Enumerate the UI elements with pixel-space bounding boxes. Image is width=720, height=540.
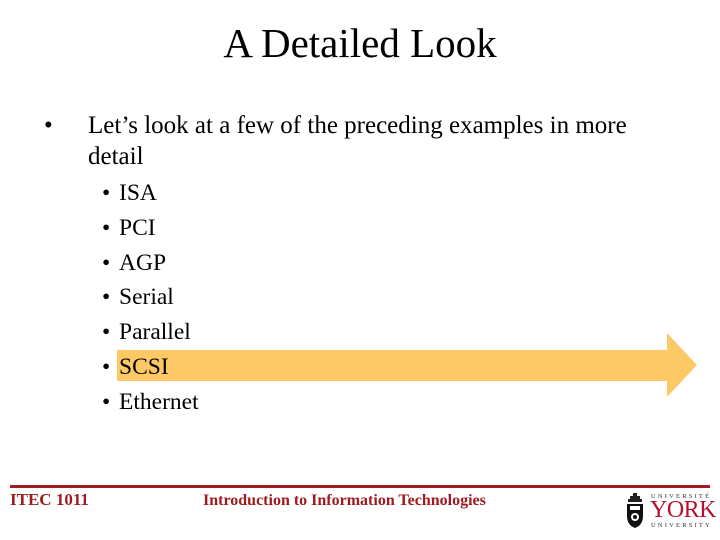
logo-bottom-text: UNIVERSITY xyxy=(651,522,712,529)
list-item-scsi: • SCSI xyxy=(102,350,602,385)
york-university-logo: UNIVERSITÉ YORK UNIVERSITY xyxy=(624,492,717,530)
footer-divider xyxy=(10,485,710,488)
bullet-icon: • xyxy=(102,180,111,206)
list-item-ethernet: • Ethernet xyxy=(102,385,602,420)
list-item-serial: • Serial xyxy=(102,280,602,315)
list-item-parallel: • Parallel xyxy=(102,315,602,350)
list-item-text: Ethernet xyxy=(119,388,199,415)
list-item-text: ISA xyxy=(119,180,157,206)
bullet-icon: • xyxy=(102,249,111,276)
list-item-text: AGP xyxy=(119,249,167,276)
slide-title: A Detailed Look xyxy=(223,20,497,66)
list-item-text: Parallel xyxy=(119,319,191,346)
course-title: Introduction to Information Technologies xyxy=(203,492,486,509)
list-item-text: PCI xyxy=(119,214,156,241)
bullet-icon: • xyxy=(102,214,111,241)
bullet-icon: • xyxy=(102,353,111,380)
list-item-isa: • ISA xyxy=(102,176,602,211)
bullet-icon: • xyxy=(102,319,111,346)
main-bullet-text: Let’s look at a few of the preceding exa… xyxy=(88,112,627,170)
sub-bullet-list: • ISA • PCI • AGP • Serial • Parallel • … xyxy=(102,176,602,420)
bullet-icon: • xyxy=(102,284,111,311)
course-code: ITEC 1011 xyxy=(10,490,89,509)
bullet-icon: • xyxy=(102,388,111,415)
york-crest-icon xyxy=(627,493,643,528)
list-item-text: Serial xyxy=(119,284,174,311)
list-item-pci: • PCI xyxy=(102,211,602,246)
main-bullet: • Let’s look at a few of the preceding e… xyxy=(44,110,684,172)
list-item-text: SCSI xyxy=(119,353,169,380)
logo-name: YORK xyxy=(650,497,717,523)
list-item-agp: • AGP xyxy=(102,246,602,281)
bullet-icon: • xyxy=(44,112,53,139)
